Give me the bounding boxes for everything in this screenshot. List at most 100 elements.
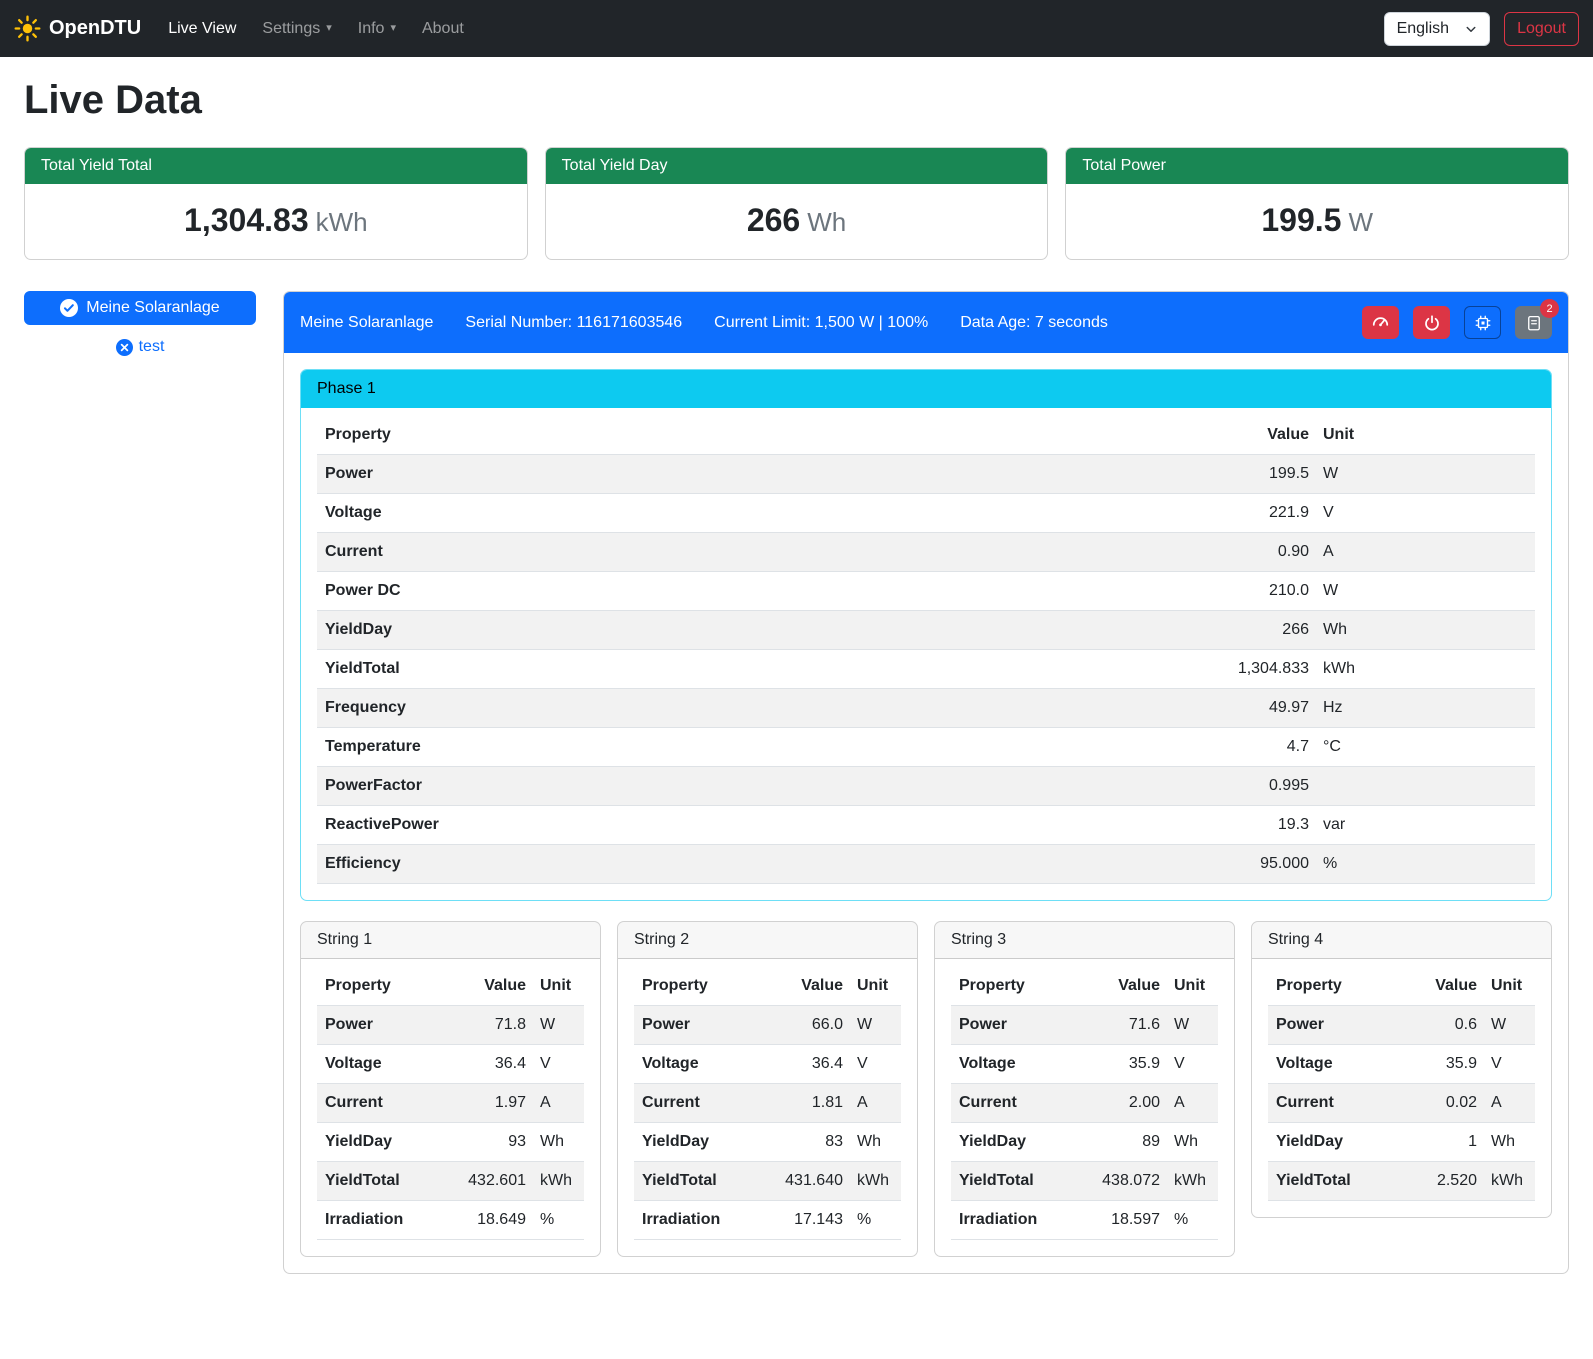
column-header-unit: Unit <box>1477 977 1527 995</box>
limit-settings-button[interactable] <box>1362 306 1399 339</box>
event-log-button[interactable]: 2 <box>1515 306 1552 339</box>
value-cell: 89 <box>1084 1133 1160 1151</box>
total-yield-total-card: Total Yield Total 1,304.83kWh <box>24 147 528 260</box>
total-yield-day-card: Total Yield Day 266Wh <box>545 147 1049 260</box>
chevron-down-icon <box>1465 23 1477 35</box>
property-cell: YieldDay <box>325 1133 450 1151</box>
value-cell: 66.0 <box>767 1016 843 1034</box>
value-cell: 49.97 <box>1169 699 1309 717</box>
value-cell: 0.90 <box>1169 543 1309 561</box>
unit-cell: V <box>843 1055 893 1073</box>
phase-table: Property Value Unit Power 199.5 <box>317 416 1535 884</box>
table-row: Power 71.6 W <box>951 1006 1218 1045</box>
unit-cell: % <box>526 1211 576 1229</box>
property-cell: YieldDay <box>959 1133 1084 1151</box>
string-3-header: String 3 <box>935 922 1234 959</box>
language-select[interactable]: English <box>1384 12 1490 46</box>
table-row: Current 1.97 A <box>317 1084 584 1123</box>
property-cell: PowerFactor <box>325 777 1169 795</box>
device-info-button[interactable] <box>1464 306 1501 339</box>
total-power-value: 199.5 <box>1261 202 1341 238</box>
unit-cell: W <box>1309 582 1527 600</box>
column-header-unit: Unit <box>1160 977 1210 995</box>
nav-info[interactable]: Info ▾ <box>345 12 409 46</box>
property-cell: Current <box>1276 1094 1401 1112</box>
table-header-row: Property Value Unit <box>951 967 1218 1006</box>
nav-settings[interactable]: Settings ▾ <box>249 12 344 46</box>
string-2-table-body: Power 66.0 W Voltage 36.4 V <box>634 1006 901 1240</box>
unit-cell: kWh <box>1477 1172 1527 1190</box>
x-circle-icon <box>116 339 133 356</box>
value-cell: 93 <box>450 1133 526 1151</box>
column-header-unit: Unit <box>1309 426 1527 444</box>
total-yield-total-value: 1,304.83 <box>184 202 309 238</box>
unit-cell: Wh <box>526 1133 576 1151</box>
unit-cell: Wh <box>1309 621 1527 639</box>
column-header-property: Property <box>959 977 1084 995</box>
nav-live-view-label: Live View <box>168 20 236 38</box>
value-cell: 36.4 <box>767 1055 843 1073</box>
value-cell: 18.649 <box>450 1211 526 1229</box>
property-cell: YieldTotal <box>325 1172 450 1190</box>
unit-cell: V <box>1477 1055 1527 1073</box>
property-cell: Power <box>325 1016 450 1034</box>
property-cell: Current <box>325 543 1169 561</box>
table-row: YieldDay 266 Wh <box>317 611 1535 650</box>
table-row: Irradiation 18.649 % <box>317 1201 584 1240</box>
string-4-header: String 4 <box>1252 922 1551 959</box>
inverter-panel: Meine Solaranlage Serial Number: 1161716… <box>283 291 1569 1274</box>
unit-cell: V <box>526 1055 576 1073</box>
current-limit: Current Limit: 1,500 W | 100% <box>714 314 928 332</box>
card-header: Total Power <box>1066 148 1568 184</box>
unit-cell: kWh <box>1309 660 1527 678</box>
table-row: Efficiency 95.000 % <box>317 845 1535 884</box>
unit-cell: W <box>1160 1016 1210 1034</box>
table-row: Voltage 35.9 V <box>951 1045 1218 1084</box>
journal-icon <box>1525 314 1543 332</box>
power-button[interactable] <box>1413 306 1450 339</box>
value-cell: 2.520 <box>1401 1172 1477 1190</box>
table-row: Voltage 36.4 V <box>634 1045 901 1084</box>
total-power-card: Total Power 199.5W <box>1065 147 1569 260</box>
string-1-table-body: Power 71.8 W Voltage 36.4 V <box>317 1006 584 1240</box>
property-cell: Irradiation <box>325 1211 450 1229</box>
total-power-unit: W <box>1348 207 1373 237</box>
sidebar-item-test[interactable]: test <box>24 338 256 356</box>
property-cell: Voltage <box>1276 1055 1401 1073</box>
unit-cell: kWh <box>843 1172 893 1190</box>
summary-cards-row: Total Yield Total 1,304.83kWh Total Yiel… <box>24 147 1569 260</box>
column-header-value: Value <box>1401 977 1477 995</box>
top-navbar: OpenDTU Live View Settings ▾ Info ▾ Abou… <box>0 0 1593 57</box>
card-header: Total Yield Total <box>25 148 527 184</box>
property-cell: Voltage <box>959 1055 1084 1073</box>
value-cell: 0.02 <box>1401 1094 1477 1112</box>
table-row: Voltage 221.9 V <box>317 494 1535 533</box>
value-cell: 266 <box>1169 621 1309 639</box>
brand-link[interactable]: OpenDTU <box>14 15 141 42</box>
string-1-header: String 1 <box>301 922 600 959</box>
table-row: YieldDay 89 Wh <box>951 1123 1218 1162</box>
string-3-card: String 3 Property Value Unit <box>934 921 1235 1257</box>
value-cell: 35.9 <box>1084 1055 1160 1073</box>
string-3-table: Property Value Unit Power 71. <box>951 967 1218 1240</box>
table-row: Power 199.5 W <box>317 455 1535 494</box>
logout-button[interactable]: Logout <box>1504 12 1579 46</box>
string-4-table: Property Value Unit Power 0.6 <box>1268 967 1535 1201</box>
table-row: Current 1.81 A <box>634 1084 901 1123</box>
property-cell: Temperature <box>325 738 1169 756</box>
nav-live-view[interactable]: Live View <box>155 12 249 46</box>
table-row: YieldDay 1 Wh <box>1268 1123 1535 1162</box>
inverter-select-button[interactable]: Meine Solaranlage <box>24 291 256 325</box>
table-row: Power DC 210.0 W <box>317 572 1535 611</box>
panel-actions: 2 <box>1362 306 1552 339</box>
property-cell: Power DC <box>325 582 1169 600</box>
property-cell: Current <box>642 1094 767 1112</box>
column-header-value: Value <box>1169 426 1309 444</box>
table-row: Frequency 49.97 Hz <box>317 689 1535 728</box>
unit-cell: Wh <box>1160 1133 1210 1151</box>
nav-settings-label: Settings <box>262 20 320 38</box>
language-value: English <box>1397 20 1449 38</box>
nav-about[interactable]: About <box>409 12 477 46</box>
total-yield-day-unit: Wh <box>807 207 846 237</box>
property-cell: Irradiation <box>642 1211 767 1229</box>
